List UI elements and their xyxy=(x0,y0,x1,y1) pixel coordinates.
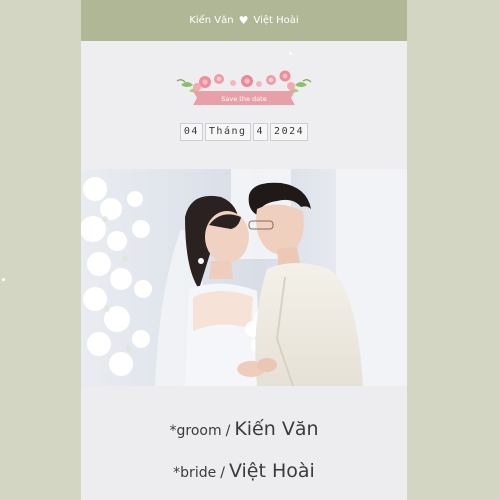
save-the-date-banner: Save the date xyxy=(176,70,312,105)
bride-role-label: *bride xyxy=(173,465,217,481)
groom-line: *groom / Kiến Văn xyxy=(81,418,407,440)
sparkle-dot xyxy=(289,52,292,55)
sparkle-dot xyxy=(2,278,5,281)
bride-name: Việt Hoài xyxy=(228,460,315,482)
header-bride-name: Việt Hoài xyxy=(253,15,299,26)
date-day: 04 xyxy=(179,123,203,141)
header-groom-name: Kiến Văn xyxy=(189,15,234,26)
date-month-label: Tháng xyxy=(204,123,251,141)
heart-icon: ♥ xyxy=(238,14,249,27)
date-month: 4 xyxy=(252,123,269,141)
bride-line: *bride / Việt Hoài xyxy=(81,460,407,482)
date-display: 04 Tháng 4 2024 xyxy=(81,123,407,141)
couple-names-section: *groom / Kiến Văn *bride / Việt Hoài xyxy=(81,386,407,500)
groom-name: Kiến Văn xyxy=(234,418,319,440)
date-year: 2024 xyxy=(270,123,309,141)
header-bar: Kiến Văn ♥ Việt Hoài xyxy=(81,0,407,41)
wedding-photo-image xyxy=(81,169,407,386)
banner-text: Save the date xyxy=(221,95,266,103)
floral-decoration-icon xyxy=(176,70,312,93)
groom-separator: / xyxy=(225,423,231,439)
wedding-photo xyxy=(81,169,407,386)
save-the-date-section: Save the date 04 Tháng 4 2024 xyxy=(81,41,407,169)
invitation-card: Kiến Văn ♥ Việt Hoài Save the date 04 Th… xyxy=(81,0,407,500)
groom-role-label: *groom xyxy=(169,423,222,439)
bride-separator: / xyxy=(220,465,225,481)
